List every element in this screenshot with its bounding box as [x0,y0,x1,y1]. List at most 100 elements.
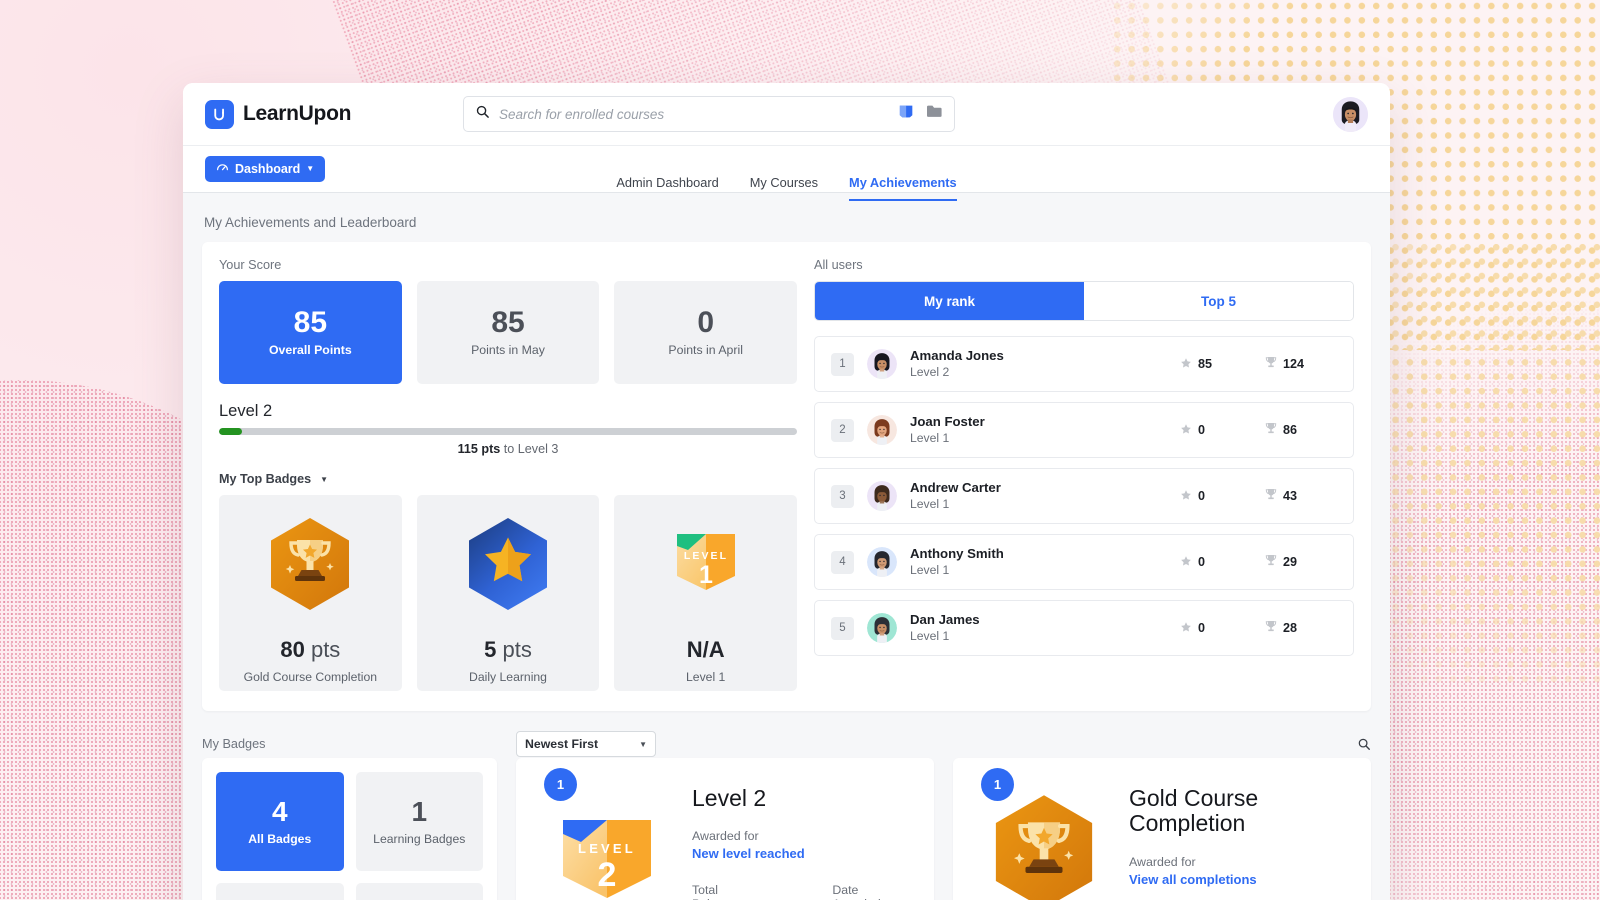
trophy-icon [1265,422,1277,438]
leaderboard-points-value: 0 [1198,555,1206,569]
tab-admin-dashboard[interactable]: Admin Dashboard [616,176,718,201]
chevron-down-icon[interactable]: ▼ [320,475,328,484]
leaderboard-row[interactable]: 1 Amanda Jones Level 2 85 124 [814,336,1354,392]
points-to-next-level: 115 pts [457,442,501,456]
badge-card-awarded-for-link[interactable]: New level reached [692,846,908,861]
top-badge-name: Daily Learning [469,670,547,684]
top-badge-gold-course-completion[interactable]: 80 pts Gold Course Completion [219,495,402,691]
chevron-down-icon: ▼ [639,739,647,749]
your-score-section: Your Score 85 Overall Points 85 Points i… [219,258,798,691]
level-progress-fill [219,428,243,435]
star-icon [1180,423,1192,438]
gold-trophy-hex-badge-icon [995,795,1093,900]
leaderboard-row[interactable]: 4 Anthony Smith Level 1 0 29 [814,534,1354,590]
svg-text:LEVEL: LEVEL [578,841,636,856]
leaderboard-tab-my-rank[interactable]: My rank [815,282,1084,320]
leaderboard-points-value: 0 [1198,621,1206,635]
top-badge-name: Level 1 [686,670,726,684]
page-title: My Achievements and Leaderboard [204,215,417,230]
leaderboard-points: 0 [1180,621,1252,636]
tab-my-courses[interactable]: My Courses [750,176,818,201]
brand-name: LearnUpon [243,102,352,125]
sort-select[interactable]: Newest First ▼ [516,731,656,757]
leaderboard-trophies: 86 [1265,422,1337,438]
learnupon-logo-icon [205,99,234,129]
score-tile-points-in-may[interactable]: 85 Points in May [416,281,600,384]
top-badge-points-value: N/A [686,637,725,662]
folder-icon[interactable] [926,104,943,124]
leaderboard-rank: 2 [831,418,854,442]
leaderboard-trophies-value: 124 [1283,357,1305,371]
gold-trophy-hex-badge-icon [268,518,352,610]
badge-card-awarded-for-label: Awarded for [1129,854,1196,869]
filter-tile-learning-badges[interactable]: 1 Learning Badges [355,772,483,871]
leaderboard-user-level: Level 1 [910,563,950,578]
leaderboard-user: Joan Foster Level 1 [910,414,1167,447]
leaderboard-row[interactable]: 5 Dan James Level 1 0 28 [814,600,1354,656]
top-badge-daily-learning[interactable]: 5 pts Daily Learning [416,495,600,691]
filter-count: 4 [271,795,288,827]
leaderboard-points: 85 [1180,357,1252,372]
badge-card-body: Gold Course Completion Awarded for View … [1129,780,1345,900]
badge-card-level-2[interactable]: 1 LEVEL 2 Level 2 Awarded for New level … [516,758,934,900]
search-bar[interactable] [463,96,955,132]
leaderboard-user: Anthony Smith Level 1 [910,546,1167,579]
avatar[interactable] [1333,96,1368,132]
badges-search-button[interactable] [1357,737,1371,751]
level-progress-note: 115 pts to Level 3 [219,442,797,456]
avatar [867,613,897,643]
trophy-icon [1265,620,1277,636]
filter-tile-placeholder[interactable] [216,883,344,900]
leaderboard-row[interactable]: 2 Joan Foster Level 1 0 86 [814,402,1354,458]
book-icon[interactable] [898,104,915,124]
filter-tile-all-badges[interactable]: 4 All Badges [216,772,344,871]
leaderboard-user: Amanda Jones Level 2 [910,348,1167,381]
nav-bar: Dashboard ▼ Admin Dashboard My Courses M… [183,146,1390,201]
top-badge-level-1[interactable]: LEVEL 1 N/A Level 1 [614,495,798,691]
badge-card-art: 1 [979,768,1109,900]
svg-text:2: 2 [598,856,617,894]
search-input[interactable] [499,106,889,122]
leaderboard-rank: 1 [831,352,854,376]
leaderboard-list: 1 Amanda Jones Level 2 85 124 2 Joan Fos… [814,336,1354,656]
score-tile-overall-points[interactable]: 85 Overall Points [219,281,402,384]
top-badges-header[interactable]: My Top Badges ▼ [219,472,797,486]
leaderboard-user-name: Amanda Jones [910,347,1004,363]
level-1-shield-badge-icon: LEVEL 1 [662,519,750,609]
badge-card-awarded-for-link[interactable]: View all completions [1129,872,1345,887]
top-badge-points-unit: pts [310,637,341,662]
leaderboard-label: All users [814,258,863,272]
leaderboard-trophies-value: 29 [1283,555,1298,569]
brand-logo[interactable]: LearnUpon [205,99,463,129]
tab-my-achievements[interactable]: My Achievements [849,176,957,201]
leaderboard-trophies: 43 [1265,488,1337,504]
top-badges-label: My Top Badges [219,472,312,486]
filter-label: Learning Badges [373,831,466,846]
my-badges-header: My Badges [202,730,497,758]
leaderboard-user-level: Level 2 [910,365,950,380]
badge-card-art: 1 LEVEL 2 [542,768,672,900]
leaderboard-section: All users My rank Top 5 1 Amanda Jones L… [814,258,1354,691]
leaderboard-rank: 4 [831,550,854,574]
score-tile-points-in-april[interactable]: 0 Points in April [614,281,798,384]
my-badges-label: My Badges [202,737,266,751]
points-to-next-level-suffix: to Level 3 [503,442,559,456]
leaderboard-points: 0 [1180,555,1252,570]
star-icon [1180,357,1192,372]
dashboard-button[interactable]: Dashboard ▼ [205,156,326,182]
top-badge-points-value: 5 [484,637,497,662]
leaderboard-tab-top-5[interactable]: Top 5 [1084,282,1353,320]
top-badge-points-unit: pts [502,637,532,662]
avatar [867,349,897,379]
top-badges-row: 80 pts Gold Course Completion 5 pts Dail… [219,495,798,691]
my-badges-toolbar: Newest First ▼ [516,730,1371,758]
leaderboard-row[interactable]: 3 Andrew Carter Level 1 0 43 [814,468,1354,524]
filter-tile-placeholder[interactable] [355,883,483,900]
app-window: LearnUpon Search for enrolled courses Da… [183,83,1390,900]
star-icon [1180,555,1192,570]
badge-card-gold-course-completion[interactable]: 1 Gold Course Completion Awarded for Vie… [953,758,1371,900]
score-label: Overall Points [268,343,352,357]
trophy-icon [1265,488,1277,504]
leaderboard-trophies-value: 86 [1283,423,1298,437]
leaderboard-trophies-value: 43 [1283,489,1298,503]
